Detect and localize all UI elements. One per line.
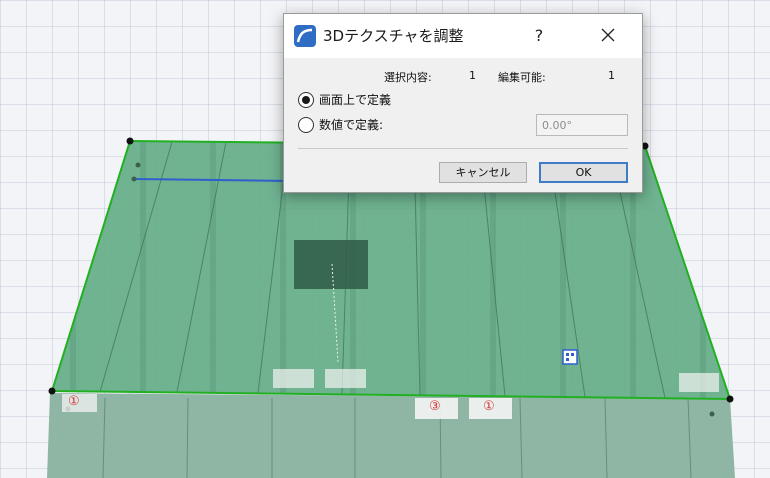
ok-button[interactable]: OK — [539, 162, 628, 183]
divider — [298, 148, 628, 149]
wall-face — [47, 393, 735, 478]
editable-count: 1 — [608, 69, 615, 82]
texture-origin-marker[interactable] — [294, 240, 368, 289]
editable-label: 編集可能: — [498, 71, 546, 84]
help-button[interactable]: ? — [522, 24, 556, 48]
label-sticker — [679, 373, 719, 392]
view-marker-glyph — [571, 353, 574, 356]
view-marker-glyph — [566, 358, 569, 361]
dialog-title: 3Dテクスチャを調整 — [323, 27, 464, 45]
angle-input[interactable]: 0.00° — [536, 114, 628, 136]
cancel-button[interactable]: キャンセル — [439, 162, 527, 183]
element-label: ① — [68, 394, 80, 409]
close-icon — [601, 28, 615, 42]
label-sticker — [325, 369, 366, 388]
archicad-app-icon — [294, 25, 316, 47]
element-label: ③ — [429, 399, 441, 414]
label-sticker — [273, 369, 314, 388]
define-numeric-label: 数値で定義: — [319, 118, 384, 132]
define-onscreen-label: 画面上で定義 — [319, 93, 392, 107]
selection-count: 1 — [469, 69, 476, 82]
dialog-titlebar: 3Dテクスチャを調整 ? — [284, 14, 642, 58]
radio-button[interactable] — [298, 116, 314, 133]
adjust-3d-texture-dialog: 3Dテクスチャを調整 ? 選択内容: 1 編集可能: 1 画面上で定義 数値で定… — [283, 13, 643, 193]
view-marker-icon[interactable] — [562, 349, 578, 365]
radio-button-checked[interactable] — [298, 91, 314, 108]
element-label: ① — [483, 399, 495, 414]
define-numeric-option[interactable]: 数値で定義: — [298, 116, 383, 133]
selection-label: 選択内容: — [384, 71, 432, 84]
close-button[interactable] — [589, 22, 627, 50]
define-onscreen-option[interactable]: 画面上で定義 — [298, 91, 391, 108]
view-marker-glyph — [566, 353, 569, 356]
